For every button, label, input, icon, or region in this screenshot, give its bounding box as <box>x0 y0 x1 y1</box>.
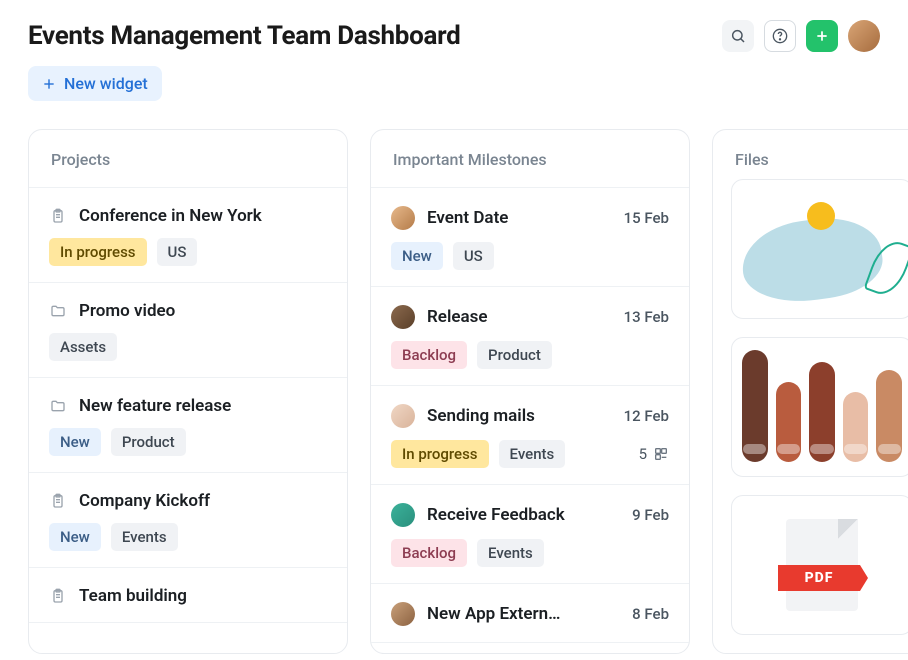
search-button[interactable] <box>722 20 754 52</box>
chart-bar <box>742 350 768 462</box>
new-widget-button[interactable]: New widget <box>28 66 162 101</box>
tag-plain[interactable]: Product <box>111 428 186 456</box>
milestone-name: Event Date <box>427 208 612 228</box>
file-thumbnail[interactable] <box>731 179 908 319</box>
plus-icon <box>42 77 56 91</box>
project-item[interactable]: Conference in New York In progress US <box>29 188 347 283</box>
chart-bar <box>776 382 802 462</box>
project-item[interactable]: New feature release New Product <box>29 378 347 473</box>
chart-bar <box>843 392 869 462</box>
milestone-name: Sending mails <box>427 406 612 426</box>
milestones-header: Important Milestones <box>371 130 689 188</box>
projects-card: Projects Conference in New York In progre… <box>28 129 348 654</box>
milestone-item[interactable]: Release 13 Feb Backlog Product <box>371 287 689 386</box>
milestone-date: 15 Feb <box>624 209 669 227</box>
subtask-count: 5 <box>639 445 647 463</box>
folder-icon <box>49 397 67 415</box>
tag-new[interactable]: New <box>49 523 101 551</box>
project-item[interactable]: Team building <box>29 568 347 623</box>
user-avatar[interactable] <box>848 20 880 52</box>
assignee-avatar[interactable] <box>391 602 415 626</box>
milestone-name: Release <box>427 307 612 327</box>
files-card: Files PDF <box>712 129 908 654</box>
milestone-name: New App Extern… <box>427 604 620 624</box>
project-name: Team building <box>79 586 327 606</box>
help-icon <box>772 28 788 44</box>
milestone-date: 12 Feb <box>624 407 669 425</box>
milestone-name: Receive Feedback <box>427 505 620 525</box>
project-name: Conference in New York <box>79 206 327 226</box>
tag-plain[interactable]: Events <box>111 523 178 551</box>
project-item[interactable]: Promo video Assets <box>29 283 347 378</box>
tag-plain[interactable]: US <box>157 238 198 266</box>
milestone-date: 9 Feb <box>632 506 669 524</box>
chart-bar <box>876 370 902 462</box>
project-name: Promo video <box>79 301 327 321</box>
tag-new[interactable]: New <box>49 428 101 456</box>
assignee-avatar[interactable] <box>391 404 415 428</box>
tag-backlog[interactable]: Backlog <box>391 539 467 567</box>
file-thumbnail[interactable] <box>731 337 908 477</box>
illustration-sun <box>807 202 835 230</box>
milestone-date: 8 Feb <box>632 605 669 623</box>
tag-plain[interactable]: Assets <box>49 333 117 361</box>
tag-plain[interactable]: Product <box>477 341 552 369</box>
project-item[interactable]: Company Kickoff New Events <box>29 473 347 568</box>
tag-new[interactable]: New <box>391 242 443 270</box>
new-widget-label: New widget <box>64 74 148 93</box>
file-thumbnail[interactable]: PDF <box>731 495 908 635</box>
tag-plain[interactable]: US <box>453 242 494 270</box>
files-header: Files <box>713 130 908 179</box>
plus-icon <box>814 28 830 44</box>
tag-backlog[interactable]: Backlog <box>391 341 467 369</box>
tag-plain[interactable]: Events <box>499 440 566 468</box>
search-icon <box>730 28 746 44</box>
tag-inprogress[interactable]: In progress <box>391 440 489 468</box>
pdf-label: PDF <box>778 565 860 591</box>
project-name: New feature release <box>79 396 327 416</box>
projects-header: Projects <box>29 130 347 188</box>
assignee-avatar[interactable] <box>391 503 415 527</box>
project-name: Company Kickoff <box>79 491 327 511</box>
milestone-item[interactable]: Event Date 15 Feb New US <box>371 188 689 287</box>
header-actions <box>722 20 880 52</box>
add-button[interactable] <box>806 20 838 52</box>
page-title: Events Management Team Dashboard <box>28 21 460 51</box>
assignee-avatar[interactable] <box>391 305 415 329</box>
milestone-item[interactable]: Sending mails 12 Feb In progress Events 5 <box>371 386 689 485</box>
milestone-date: 13 Feb <box>624 308 669 326</box>
pdf-icon: PDF <box>786 519 858 611</box>
clipboard-icon <box>49 492 67 510</box>
milestone-item[interactable]: Receive Feedback 9 Feb Backlog Events <box>371 485 689 584</box>
clipboard-icon <box>49 587 67 605</box>
folder-icon <box>49 302 67 320</box>
milestones-card: Important Milestones Event Date 15 Feb New… <box>370 129 690 654</box>
chart-bar <box>809 362 835 462</box>
assignee-avatar[interactable] <box>391 206 415 230</box>
subtasks-icon <box>653 446 669 462</box>
clipboard-icon <box>49 207 67 225</box>
help-button[interactable] <box>764 20 796 52</box>
tag-inprogress[interactable]: In progress <box>49 238 147 266</box>
tag-plain[interactable]: Events <box>477 539 544 567</box>
milestone-item[interactable]: New App Extern… 8 Feb <box>371 584 689 643</box>
